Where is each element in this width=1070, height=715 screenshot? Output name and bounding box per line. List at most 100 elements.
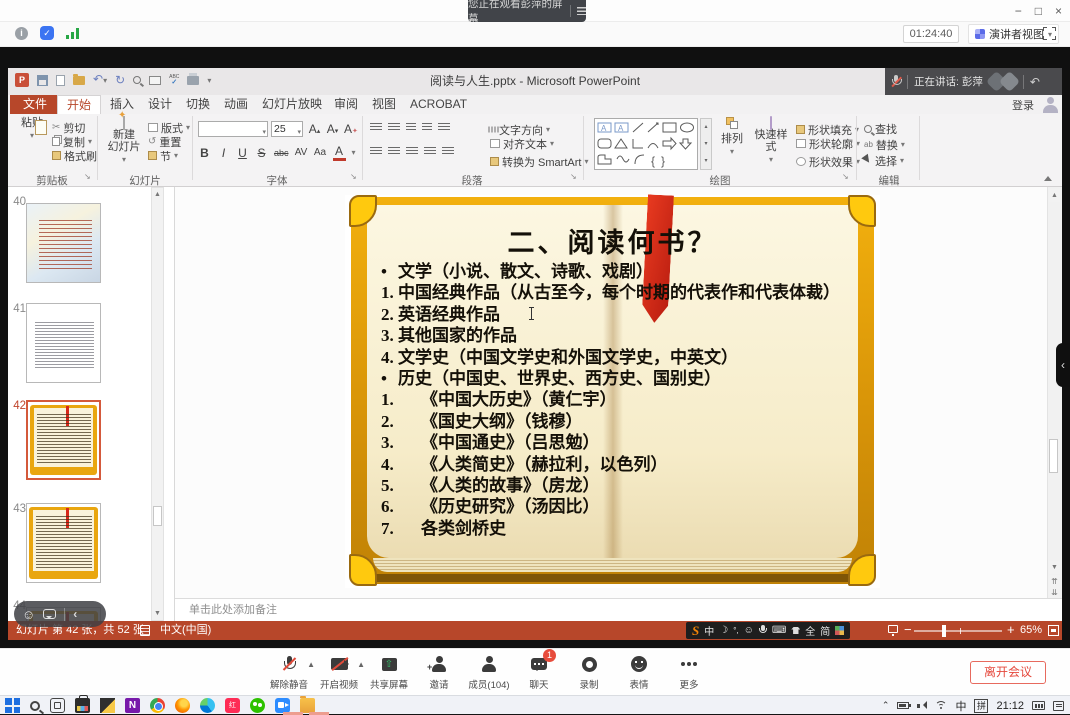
wifi-icon[interactable] xyxy=(935,701,947,710)
search-icon[interactable] xyxy=(30,701,40,711)
section-button[interactable]: 节▾ xyxy=(148,149,178,162)
thumb-scroll-thumb[interactable] xyxy=(153,506,162,526)
slide-editor-canvas[interactable]: 二、阅读何书？ •文学（小说、散文、诗歌、戏剧） 1.中国经典作品（从古至今，每… xyxy=(175,187,1047,598)
thumbnail-slide-41[interactable] xyxy=(26,303,101,383)
ime-keyboard-icon[interactable]: ⌨ xyxy=(772,625,786,636)
character-spacing-button[interactable]: AV xyxy=(295,147,308,158)
touch-keyboard-icon[interactable] xyxy=(1032,701,1045,710)
speaker-icon[interactable] xyxy=(917,701,927,710)
grow-font-button[interactable]: A▴ xyxy=(308,122,321,136)
clear-formatting-button[interactable]: A✦ xyxy=(344,122,358,136)
zoom-level[interactable]: 65% xyxy=(1020,621,1042,640)
tab-file[interactable]: 文件 xyxy=(10,95,60,114)
spellcheck-status-icon[interactable] xyxy=(140,625,150,636)
ime-full-shape[interactable]: 全 xyxy=(805,623,815,638)
font-dialog-launcher[interactable]: ↘ xyxy=(350,172,357,181)
more-button[interactable]: 更多 xyxy=(664,654,714,691)
new-file-icon[interactable] xyxy=(56,75,65,86)
battery-icon[interactable] xyxy=(897,702,909,709)
microsoft-store-icon[interactable] xyxy=(75,698,90,713)
tab-review[interactable]: 审阅 xyxy=(325,95,367,114)
find-button[interactable]: 查找 xyxy=(864,122,897,135)
font-color-dropdown-icon[interactable]: ▾ xyxy=(352,148,356,157)
scroll-up-icon[interactable]: ▲ xyxy=(1049,189,1060,202)
paste-button[interactable]: 粘贴 ▾ xyxy=(16,117,48,142)
bold-button[interactable]: B xyxy=(198,146,211,160)
cut-button[interactable]: ✂剪切 xyxy=(52,121,85,134)
language-status[interactable]: 中文(中国) xyxy=(160,621,211,640)
collapse-pill-icon[interactable]: ‹ xyxy=(73,607,77,621)
layout-button[interactable]: 版式▾ xyxy=(148,121,190,134)
scroll-thumb[interactable] xyxy=(1049,439,1058,473)
line-spacing-button[interactable] xyxy=(438,123,450,132)
align-center-button[interactable] xyxy=(388,147,400,156)
record-button[interactable]: 录制 xyxy=(564,654,614,691)
undo-icon[interactable]: ↶▾ xyxy=(93,73,107,87)
slide-body-text[interactable]: •文学（小说、散文、诗歌、戏剧） 1.中国经典作品（从古至今，每个时期的代表作和… xyxy=(381,261,833,539)
tab-transitions[interactable]: 切换 xyxy=(177,95,219,114)
members-button[interactable]: 成员(104) xyxy=(464,654,514,691)
thumbnail-slide-42-selected[interactable] xyxy=(26,400,101,480)
sogou-ime-bar[interactable]: S 中 ☽ °, ☺ ⌨ 全 简 xyxy=(686,622,850,639)
tab-animations[interactable]: 动画 xyxy=(215,95,257,114)
paste-dropdown-icon[interactable]: ▾ xyxy=(30,131,34,140)
new-slide-button[interactable]: 新建 幻灯片 ▾ xyxy=(104,117,144,166)
tab-view[interactable]: 视图 xyxy=(363,95,405,114)
shrink-font-button[interactable]: A▾ xyxy=(326,122,339,136)
open-file-icon[interactable] xyxy=(73,76,85,85)
thumb-scroll-down-icon[interactable]: ▼ xyxy=(152,607,163,620)
ime-toolbox-icon[interactable] xyxy=(835,626,844,635)
columns-button[interactable] xyxy=(442,147,454,156)
zoom-slider[interactable] xyxy=(914,630,1002,632)
zoom-slider-thumb[interactable] xyxy=(942,625,946,637)
italic-button[interactable]: I xyxy=(217,146,230,160)
account-person-icon[interactable] xyxy=(1042,96,1058,113)
shape-outline-button[interactable]: 形状轮廓▾ xyxy=(796,137,860,150)
onenote-icon[interactable]: N xyxy=(125,698,140,713)
scroll-down-icon[interactable]: ▼ xyxy=(1049,561,1060,574)
copy-button[interactable]: 复制▾ xyxy=(52,135,92,148)
change-case-button[interactable]: Aa xyxy=(314,147,327,158)
shapes-gallery[interactable]: A A { } xyxy=(594,118,698,170)
font-color-button[interactable]: A xyxy=(333,144,346,161)
red-app-icon[interactable]: 红 xyxy=(225,698,240,713)
slide-42[interactable]: 二、阅读何书？ •文学（小说、散文、诗歌、戏剧） 1.中国经典作品（从古至今，每… xyxy=(345,195,880,588)
ime-voice-icon[interactable] xyxy=(759,625,767,636)
firefox-icon[interactable] xyxy=(175,698,190,713)
collapse-overlay-icon[interactable]: ↶ xyxy=(1030,75,1040,89)
banner-menu-icon[interactable] xyxy=(577,7,586,15)
justify-button[interactable] xyxy=(424,147,436,156)
main-scrollbar[interactable]: ▲ ▼ ⇈ ⇊ xyxy=(1047,187,1062,598)
sogou-logo-icon[interactable]: S xyxy=(692,623,699,639)
thumbnail-scrollbar[interactable]: ▲ ▼ xyxy=(151,187,164,621)
shapes-gallery-scroll[interactable]: ▴▾▾ xyxy=(700,118,712,170)
task-view-icon[interactable] xyxy=(50,698,65,713)
numbering-button[interactable] xyxy=(388,123,400,132)
minimize-button[interactable]: − xyxy=(1015,4,1022,18)
powerpoint-logo-icon[interactable]: P xyxy=(15,73,29,87)
spellcheck-icon[interactable]: ABC✓ xyxy=(169,75,179,85)
format-painter-button[interactable]: 格式刷 xyxy=(52,149,97,162)
meeting-quick-bar[interactable]: ☺ ‹ xyxy=(14,601,106,627)
thumb-scroll-up-icon[interactable]: ▲ xyxy=(152,188,163,201)
collapse-ribbon-icon[interactable] xyxy=(1044,172,1052,181)
align-right-button[interactable] xyxy=(406,147,418,156)
customize-qat-icon[interactable]: ▾ xyxy=(207,76,211,85)
taskbar-clock[interactable]: 21:12 xyxy=(996,700,1024,712)
reset-button[interactable]: ↺重置 xyxy=(148,135,181,148)
side-panel-expand-tab[interactable]: ‹ xyxy=(1056,343,1070,387)
tab-acrobat[interactable]: ACROBAT xyxy=(401,95,476,114)
meeting-info-icon[interactable]: i xyxy=(15,27,28,40)
restore-button[interactable]: □ xyxy=(1035,4,1042,18)
slide-title[interactable]: 二、阅读何书？ xyxy=(345,221,880,260)
notes-pane[interactable]: 单击此处添加备注 xyxy=(175,598,1062,621)
paragraph-dialog-launcher[interactable]: ↘ xyxy=(570,172,577,181)
quick-styles-button[interactable]: 快速样式 ▾ xyxy=(750,117,792,166)
ime-moon-icon[interactable]: ☽ xyxy=(719,625,728,636)
arrange-button[interactable]: 排列 ▾ xyxy=(716,117,748,158)
bullets-button[interactable] xyxy=(370,123,382,132)
leave-meeting-button[interactable]: 离开会议 xyxy=(970,661,1046,684)
ime-punctuation-icon[interactable]: °, xyxy=(733,626,738,635)
wechat-icon[interactable] xyxy=(250,698,265,713)
zoom-in-button[interactable]: + xyxy=(1007,621,1015,640)
